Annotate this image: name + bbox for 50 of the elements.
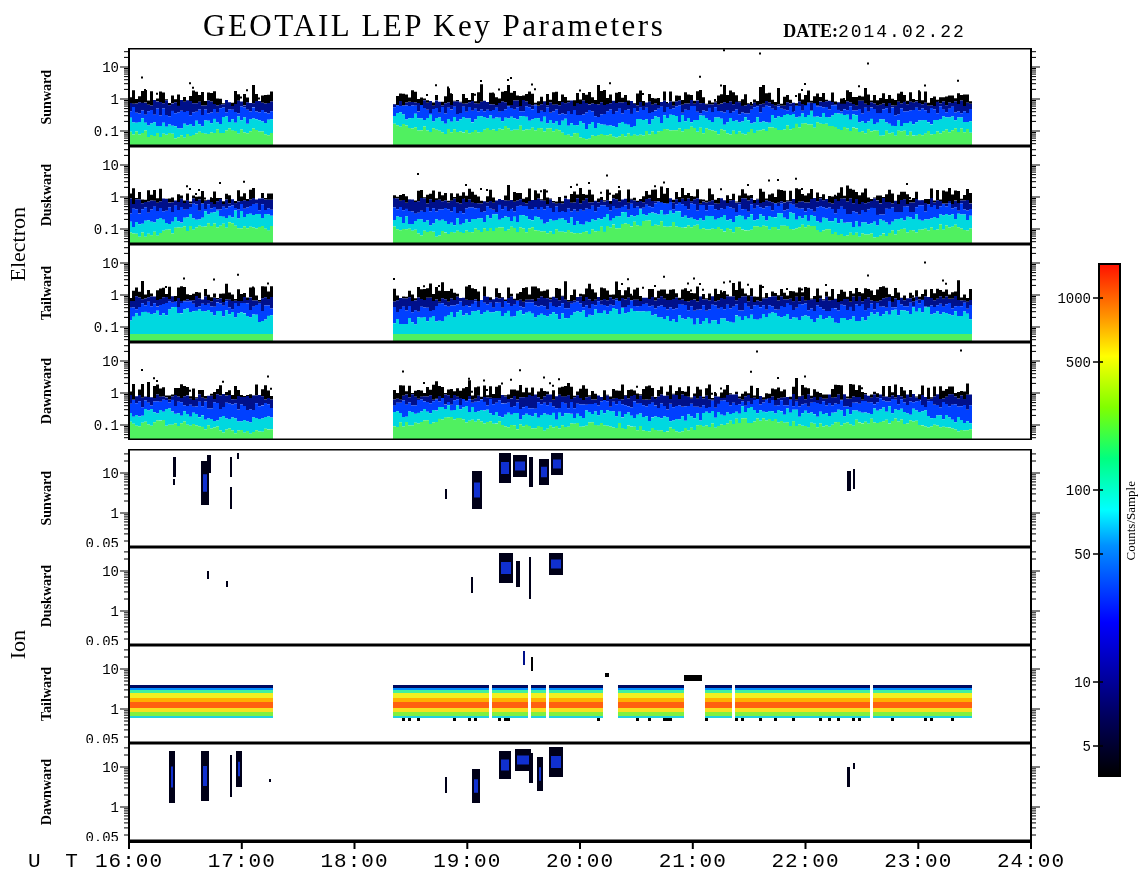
axis-tick-label: 10: [102, 256, 119, 272]
axis-tick-label: 10: [102, 760, 119, 776]
date-value: 2014.02.22: [837, 22, 966, 42]
direction-label: Duskward: [39, 564, 55, 628]
colorbar-label: Counts/Sample: [1123, 480, 1139, 561]
chart-title: GEOTAIL LEP Key Parameters: [203, 8, 666, 44]
time-tick-label: 21:00: [658, 850, 727, 873]
axis-tick-label: 10: [102, 354, 119, 370]
axis-tick-label: 1: [110, 604, 119, 620]
colorbar-tick-label: 500: [1065, 355, 1091, 371]
axis-tick-label: 1: [110, 800, 119, 816]
axis-tick-label: 1: [110, 702, 119, 718]
time-tick-label: 23:00: [884, 850, 953, 873]
axis-tick-label: 10: [102, 564, 119, 580]
colorbar-tick-label: 100: [1065, 483, 1091, 499]
axis-tick-label: 0.1: [93, 418, 119, 434]
time-tick-label: 20:00: [546, 850, 614, 873]
axis-tick-label: 0.1: [93, 222, 119, 238]
colorbar-tick-label: 1000: [1057, 291, 1091, 307]
axis-tick-label: 1: [110, 288, 119, 304]
direction-label: Dawnward: [39, 758, 55, 826]
colorbar-tick-label: 10: [1074, 675, 1091, 691]
time-tick-label: 24:00: [997, 850, 1065, 873]
time-tick-label: 17:00: [207, 850, 276, 873]
axis-tick-label: 10: [102, 158, 119, 174]
axis-label: U T: [28, 850, 84, 873]
time-tick-label: 19:00: [433, 850, 502, 873]
axis-tick-label: 1: [110, 92, 119, 108]
axis-tick-label: 0.1: [93, 124, 119, 140]
axis-tick-label: 10: [102, 60, 119, 76]
direction-label: Dawnward: [39, 357, 55, 425]
axis-tick-label: 0.1: [93, 320, 119, 336]
direction-label: Sunward: [39, 69, 55, 125]
species-label: Electron: [5, 206, 31, 282]
axis-tick-label: 1: [110, 506, 119, 522]
direction-label: Duskward: [39, 163, 55, 227]
time-tick-label: 22:00: [771, 850, 840, 873]
direction-label: Tailward: [39, 667, 55, 721]
axis-tick-label: 10: [102, 466, 119, 482]
axis-tick-label: 1: [110, 386, 119, 402]
species-label: Ion: [5, 630, 31, 660]
direction-label: Tailward: [39, 266, 55, 320]
colorbar-tick-label: 5: [1082, 739, 1091, 755]
time-tick-label: 18:00: [320, 850, 389, 873]
date-label: DATE:: [783, 21, 838, 42]
direction-label: Sunward: [39, 470, 55, 526]
time-tick-label: 16:00: [95, 850, 163, 873]
axis-tick-label: 1: [110, 190, 119, 206]
axis-tick-label: 10: [102, 662, 119, 678]
colorbar-tick-label: 50: [1074, 547, 1091, 563]
